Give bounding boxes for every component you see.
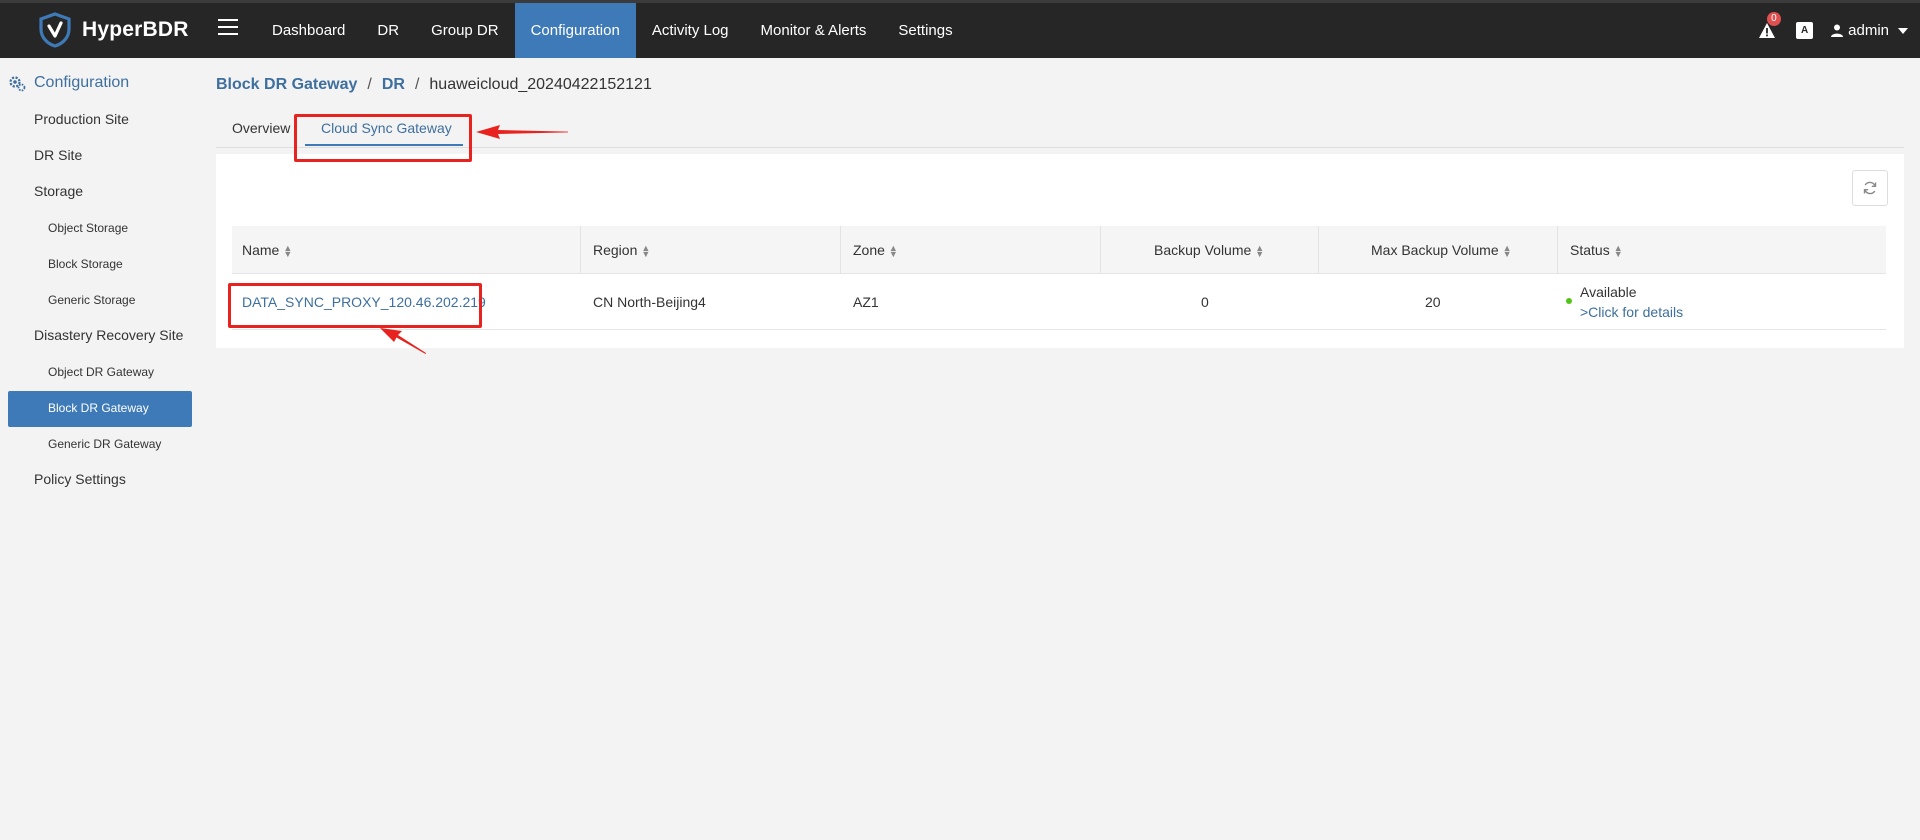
sidebar-item-block-storage[interactable]: Block Storage: [48, 257, 123, 271]
annotation-arrow-name: [380, 328, 426, 354]
main-nav: Dashboard DR Group DR Configuration Acti…: [256, 3, 969, 58]
sidebar-item-production-site[interactable]: Production Site: [34, 111, 129, 127]
column-header-status[interactable]: Status ▲ ▼: [1570, 226, 1623, 274]
top-navbar: HyperBDR Dashboard DR Group DR Configura…: [0, 0, 1920, 58]
breadcrumb-separator: /: [367, 76, 372, 93]
breadcrumb-separator: /: [414, 76, 420, 93]
shield-logo-icon: [39, 12, 71, 48]
breadcrumb: Block DR Gateway / DR / huaweicloud_2024…: [216, 76, 652, 94]
backup-volume-cell: 0: [1201, 294, 1209, 310]
nav-activity-log[interactable]: Activity Log: [636, 3, 745, 58]
table-header: Name ▲ ▼ Region ▲ ▼ Zone ▲ ▼ Backup Volume ▲ ▼ M…: [232, 226, 1886, 274]
breadcrumb-block-dr-gateway[interactable]: Block DR Gateway: [216, 76, 357, 94]
breadcrumb-dr[interactable]: DR: [382, 76, 405, 94]
nav-monitor-alerts[interactable]: Monitor & Alerts: [745, 3, 883, 58]
chevron-down-icon: [1898, 27, 1908, 34]
sidebar-item-disaster-recovery-site[interactable]: Disastery Recovery Site: [34, 327, 183, 343]
tab-overview[interactable]: Overview: [232, 120, 290, 136]
nav-dashboard[interactable]: Dashboard: [256, 3, 361, 58]
column-header-zone[interactable]: Zone ▲ ▼: [853, 226, 898, 274]
nav-dr[interactable]: DR: [361, 3, 415, 58]
sort-icon[interactable]: ▲ ▼: [641, 244, 650, 259]
user-icon: [1831, 24, 1844, 37]
breadcrumb-current: huaweicloud_20240422152121: [429, 76, 652, 93]
max-backup-volume-cell: 20: [1425, 294, 1441, 310]
sort-icon[interactable]: ▲ ▼: [283, 244, 292, 259]
nav-settings[interactable]: Settings: [882, 3, 968, 58]
top-right-tools: 0 A admin: [1758, 3, 1908, 58]
gears-icon: [9, 76, 26, 92]
sidebar-item-storage[interactable]: Storage: [34, 183, 83, 199]
sidebar-item-dr-site[interactable]: DR Site: [34, 147, 82, 163]
username: admin: [1848, 22, 1889, 39]
zone-cell: AZ1: [853, 294, 879, 310]
user-menu[interactable]: admin: [1831, 22, 1908, 39]
refresh-icon: [1863, 181, 1877, 195]
sidebar-item-generic-storage[interactable]: Generic Storage: [48, 293, 135, 307]
status-details-link[interactable]: >Click for details: [1580, 302, 1683, 322]
sidebar-item-policy-settings[interactable]: Policy Settings: [34, 471, 126, 487]
status-dot-icon: [1566, 298, 1572, 304]
brand-name: HyperBDR: [82, 18, 189, 41]
column-header-max-backup-volume[interactable]: Max Backup Volume ▲ ▼: [1371, 226, 1512, 274]
annotation-box-name: [228, 283, 482, 328]
nav-group-dr[interactable]: Group DR: [415, 3, 515, 58]
column-header-backup-volume[interactable]: Backup Volume ▲ ▼: [1154, 226, 1264, 274]
refresh-button[interactable]: [1852, 170, 1888, 206]
sidebar-title: Configuration: [8, 74, 129, 92]
column-header-name[interactable]: Name ▲ ▼: [242, 226, 292, 274]
alert-count-badge: 0: [1767, 11, 1781, 26]
sort-icon[interactable]: ▲ ▼: [889, 244, 898, 259]
sidebar-item-object-storage[interactable]: Object Storage: [48, 221, 128, 235]
status-cell: Available >Click for details: [1566, 282, 1683, 322]
sort-icon[interactable]: ▲ ▼: [1614, 244, 1623, 259]
alert-button[interactable]: 0: [1758, 11, 1781, 40]
sidebar-item-block-dr-gateway[interactable]: Block DR Gateway: [48, 401, 149, 415]
sidebar-item-object-dr-gateway[interactable]: Object DR Gateway: [48, 365, 154, 379]
sort-icon[interactable]: ▲ ▼: [1503, 244, 1512, 259]
language-switch-icon[interactable]: A: [1796, 22, 1814, 39]
sidebar-item-generic-dr-gateway[interactable]: Generic DR Gateway: [48, 437, 161, 451]
sort-icon[interactable]: ▲ ▼: [1255, 244, 1264, 259]
logo[interactable]: HyperBDR: [38, 12, 189, 48]
column-header-region[interactable]: Region ▲ ▼: [593, 226, 650, 274]
region-cell: CN North-Beijing4: [593, 294, 706, 310]
status-text: Available: [1580, 284, 1637, 300]
annotation-arrow-tab: [476, 125, 568, 139]
annotation-box-tab: [294, 114, 472, 162]
nav-configuration[interactable]: Configuration: [514, 3, 636, 58]
menu-toggle-icon[interactable]: [218, 19, 238, 39]
